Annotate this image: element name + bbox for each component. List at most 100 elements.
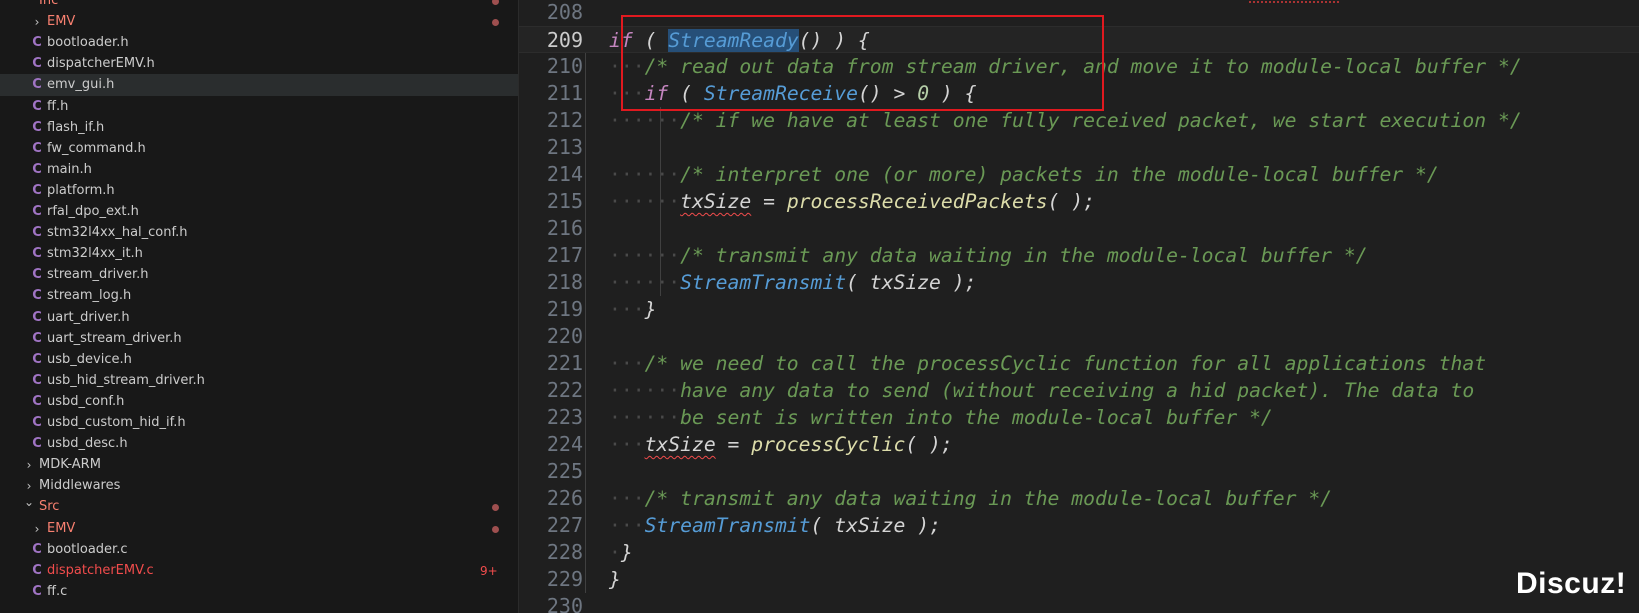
tree-file[interactable]: Cstm32l4xx_it.h	[0, 243, 518, 265]
code-text[interactable]: ···/* read out data from stream driver, …	[609, 53, 1522, 80]
tree-file[interactable]: Cplatform.h	[0, 180, 518, 202]
code-line[interactable]: 223 ······be sent is written into the mod…	[519, 404, 1639, 431]
tree-file[interactable]: Cflash_if.h	[0, 117, 518, 139]
code-text[interactable]: ······/* if we have at least one fully r…	[609, 107, 1522, 134]
code-text[interactable]: ···StreamTransmit( txSize );	[609, 512, 941, 539]
line-number: 230	[546, 594, 583, 613]
code-line[interactable]: 211 ···if ( StreamReceive() > 0 ) {	[519, 80, 1639, 107]
tree-file[interactable]: Cbootloader.h	[0, 32, 518, 54]
code-text[interactable]: ······txSize = processReceivedPackets( )…	[609, 188, 1095, 215]
code-line[interactable]: 225	[519, 458, 1639, 485]
code-text[interactable]: ···if ( StreamReceive() > 0 ) {	[609, 80, 976, 107]
code-line[interactable]: 216	[519, 215, 1639, 242]
code-line[interactable]: 212 ······/* if we have at least one full…	[519, 107, 1639, 134]
tree-file[interactable]: Cstm32l4xx_hal_conf.h	[0, 222, 518, 244]
c-file-icon: C	[32, 309, 42, 325]
code-line[interactable]: 210 ···/* read out data from stream drive…	[519, 53, 1639, 80]
code-token: );	[940, 271, 977, 294]
tree-file[interactable]: Cbootloader.c	[0, 539, 518, 561]
chevron-down-icon[interactable]: ⌄	[22, 0, 36, 7]
tree-folder[interactable]: › Middlewares	[0, 475, 518, 497]
tree-file[interactable]: Cusb_hid_stream_driver.h	[0, 370, 518, 392]
tree-file[interactable]: Cusbd_desc.h	[0, 433, 518, 455]
code-token: txSize	[680, 190, 752, 213]
chevron-right-icon[interactable]: ›	[22, 454, 36, 476]
code-line[interactable]: 219 ···}	[519, 296, 1639, 323]
code-line[interactable]: 226 ···/* transmit any data waiting in th…	[519, 485, 1639, 512]
code-token: ······	[609, 271, 681, 294]
code-text[interactable]: ······/* interpret one (or more) packets…	[609, 161, 1439, 188]
code-token: (	[846, 271, 870, 294]
code-text[interactable]: ······StreamTransmit( txSize );	[609, 269, 976, 296]
code-line[interactable]: 222 ······have any data to send (without …	[519, 377, 1639, 404]
tree-file[interactable]: Cusb_device.h	[0, 349, 518, 371]
line-number: 221	[546, 351, 583, 375]
tree-item-label: dispatcherEMV.h	[47, 56, 155, 72]
code-line[interactable]: 230	[519, 593, 1639, 613]
code-line[interactable]: 209 if ( StreamReady() ) {	[519, 26, 1639, 53]
code-line[interactable]: 215 ······txSize = processReceivedPackets…	[519, 188, 1639, 215]
tree-file[interactable]: Cff.c	[0, 581, 518, 603]
chevron-down-icon[interactable]: ⌄	[22, 491, 36, 513]
line-number: 208	[546, 0, 583, 24]
tree-file[interactable]: Cfw_command.h	[0, 138, 518, 160]
chevron-right-icon[interactable]: ›	[30, 518, 44, 540]
tree-folder[interactable]: › EMV	[0, 518, 518, 540]
chevron-right-icon[interactable]: ›	[30, 11, 44, 33]
tree-folder[interactable]: › MDK-ARM	[0, 454, 518, 476]
tree-file[interactable]: Cusbd_custom_hid_if.h	[0, 412, 518, 434]
code-line[interactable]: 213	[519, 134, 1639, 161]
code-line[interactable]: 208	[519, 0, 1639, 26]
code-token: =	[751, 190, 787, 213]
tree-item-label: stream_driver.h	[47, 267, 149, 283]
tree-folder[interactable]: › EMV	[0, 11, 518, 33]
code-token: txSize	[834, 514, 906, 537]
code-token: ( );	[1047, 190, 1095, 213]
watermark-logo: Discuz!	[1516, 567, 1627, 600]
tree-file[interactable]: Cusbd_conf.h	[0, 391, 518, 413]
code-text[interactable]: ······be sent is written into the module…	[609, 404, 1273, 431]
tree-file[interactable]: Cuart_driver.h	[0, 307, 518, 329]
tree-file[interactable]: Cff.h	[0, 96, 518, 118]
code-editor[interactable]: 208 209 if ( StreamReady() ) {210 ···/* rea…	[519, 0, 1639, 613]
code-text[interactable]: ······have any data to send (without rec…	[609, 377, 1474, 404]
code-token: ···	[609, 55, 645, 78]
tree-file[interactable]: Cstream_driver.h	[0, 264, 518, 286]
line-number: 210	[546, 54, 583, 78]
tree-file[interactable]: Cemv_gui.h	[0, 74, 518, 97]
code-token: 0	[917, 82, 930, 105]
tree-file[interactable]: Cstream_log.h	[0, 285, 518, 307]
tree-file[interactable]: CdispatcherEMV.c 9+	[0, 560, 518, 582]
code-line[interactable]: 227 ···StreamTransmit( txSize );	[519, 512, 1639, 539]
tree-file[interactable]: Cuart_stream_driver.h	[0, 328, 518, 350]
code-text[interactable]: ···}	[609, 296, 656, 323]
line-number: 220	[546, 324, 583, 348]
code-text[interactable]: if ( StreamReady() ) {	[609, 27, 870, 54]
code-line[interactable]: 218 ······StreamTransmit( txSize );	[519, 269, 1639, 296]
code-token: ······	[609, 163, 681, 186]
code-text[interactable]: ···/* we need to call the processCyclic …	[609, 350, 1486, 377]
code-line[interactable]: 217 ······/* transmit any data waiting in…	[519, 242, 1639, 269]
code-line[interactable]: 229}	[519, 566, 1639, 593]
code-token: ···	[609, 433, 645, 456]
code-line[interactable]: 224 ···txSize = processCyclic( );	[519, 431, 1639, 458]
code-text[interactable]: ······/* transmit any data waiting in th…	[609, 242, 1368, 269]
c-file-icon: C	[32, 267, 42, 283]
line-number: 218	[546, 270, 583, 294]
code-text[interactable]: }	[609, 566, 621, 593]
code-line[interactable]: 228 ·}	[519, 539, 1639, 566]
tree-item-label: Src	[39, 499, 60, 515]
code-text[interactable]: ·}	[609, 539, 633, 566]
code-line[interactable]: 221 ···/* we need to call the processCycl…	[519, 350, 1639, 377]
tree-folder[interactable]: ⌄ Src	[0, 495, 518, 518]
line-number: 225	[546, 459, 583, 483]
line-number: 211	[546, 81, 583, 105]
code-line[interactable]: 214 ······/* interpret one (or more) pack…	[519, 161, 1639, 188]
code-text[interactable]: ···txSize = processCyclic( );	[609, 431, 953, 458]
tree-file[interactable]: CdispatcherEMV.h	[0, 53, 518, 75]
code-text[interactable]: ···/* transmit any data waiting in the m…	[609, 485, 1332, 512]
tree-file[interactable]: Crfal_dpo_ext.h	[0, 201, 518, 223]
tree-file[interactable]: Cmain.h	[0, 159, 518, 181]
code-line[interactable]: 220	[519, 323, 1639, 350]
code-token: () >	[857, 82, 918, 105]
